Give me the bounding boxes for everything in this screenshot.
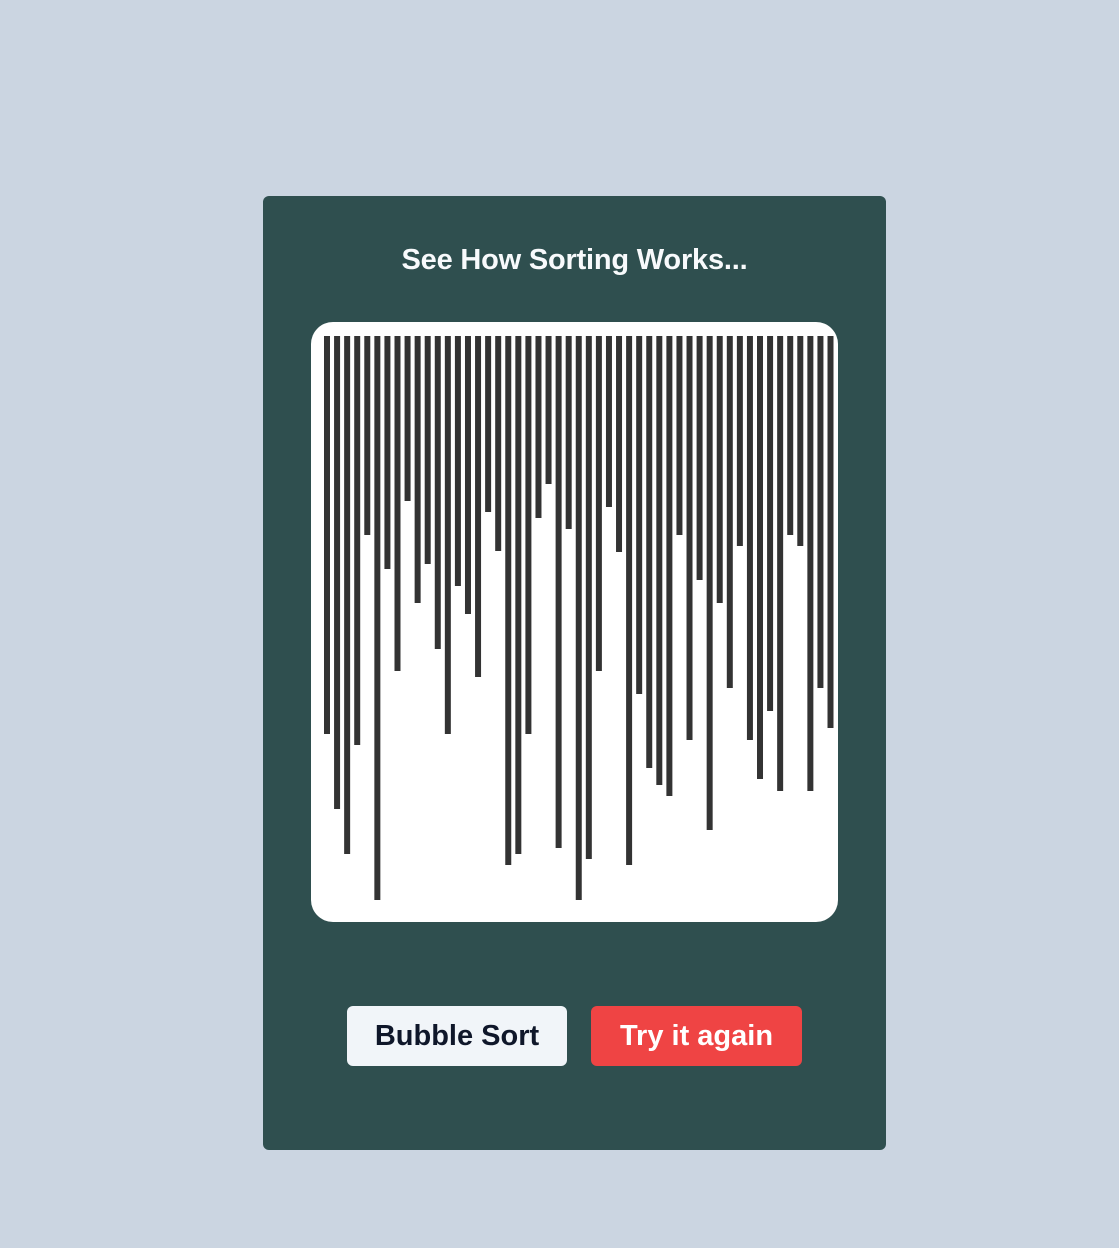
sort-bar xyxy=(767,336,774,711)
bar-chart xyxy=(324,336,834,900)
sort-bar xyxy=(565,336,572,529)
sort-bar xyxy=(676,336,683,535)
sort-bar xyxy=(686,336,693,740)
sort-bar xyxy=(414,336,421,603)
sort-bar xyxy=(324,336,330,734)
sort-bar xyxy=(605,336,612,507)
sort-bar xyxy=(646,336,653,768)
sort-bar xyxy=(424,336,431,564)
sort-bar xyxy=(656,336,663,785)
sort-bar xyxy=(364,336,371,535)
sort-bar xyxy=(636,336,643,694)
sort-bar xyxy=(757,336,764,779)
sort-bar xyxy=(485,336,492,512)
sort-bar xyxy=(525,336,532,734)
bubble-sort-button[interactable]: Bubble Sort xyxy=(347,1006,567,1066)
sort-bar xyxy=(797,336,804,546)
sort-bar xyxy=(374,336,381,900)
sort-bar xyxy=(575,336,582,900)
sort-bar xyxy=(555,336,562,848)
sort-bar xyxy=(585,336,592,859)
sort-bar xyxy=(545,336,552,484)
sort-bar xyxy=(736,336,743,546)
sort-bar xyxy=(384,336,391,569)
try-again-button[interactable]: Try it again xyxy=(591,1006,802,1066)
sort-bar xyxy=(444,336,451,734)
sort-bar xyxy=(616,336,623,552)
sort-bar xyxy=(505,336,512,865)
page-title: See How Sorting Works... xyxy=(401,244,748,276)
sort-bar xyxy=(404,336,411,501)
sorting-visualization xyxy=(311,322,838,922)
sort-bar xyxy=(334,336,341,809)
sort-bar xyxy=(787,336,794,535)
sort-bar xyxy=(454,336,461,586)
sort-bar xyxy=(716,336,723,603)
sort-bar xyxy=(495,336,502,551)
sort-bar xyxy=(777,336,784,791)
sort-bar xyxy=(475,336,482,677)
sort-bar xyxy=(827,336,834,728)
sort-bar xyxy=(464,336,471,614)
sort-bar xyxy=(706,336,713,830)
sort-bar xyxy=(354,336,361,745)
sort-bar xyxy=(726,336,733,688)
sort-bar xyxy=(807,336,814,791)
sort-bar xyxy=(817,336,824,688)
sort-bar xyxy=(515,336,522,854)
sort-bar xyxy=(746,336,753,740)
sort-bar xyxy=(344,336,351,854)
sort-bar xyxy=(535,336,542,518)
sort-bar xyxy=(595,336,602,671)
sort-bar xyxy=(696,336,703,580)
sort-bar xyxy=(626,336,633,865)
sort-bar xyxy=(434,336,441,649)
sorting-card: See How Sorting Works... Bubble Sort Try… xyxy=(263,196,886,1150)
sort-bar xyxy=(394,336,401,671)
sort-bar xyxy=(666,336,673,796)
